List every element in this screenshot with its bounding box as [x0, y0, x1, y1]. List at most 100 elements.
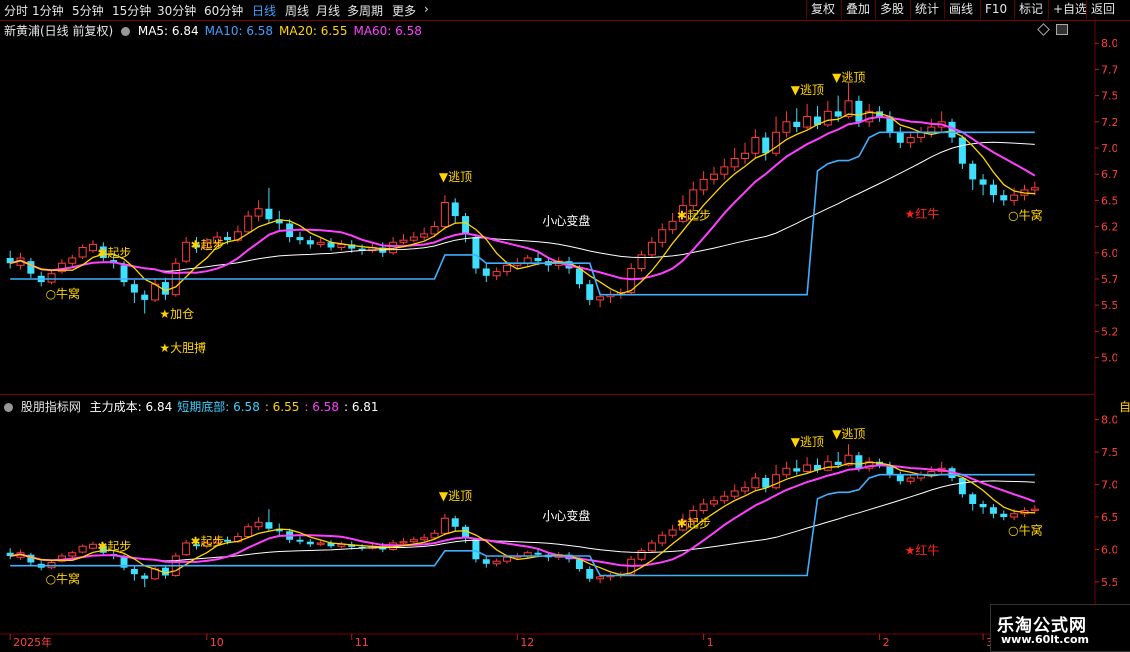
signal-label: 小心变盘: [542, 508, 590, 523]
candle-body: [141, 294, 149, 300]
candle-body: [306, 240, 314, 245]
candle-body: [823, 461, 832, 471]
watermark: 乐淘公式网 www.60lt.com: [990, 604, 1130, 652]
candle-body: [47, 273, 56, 283]
candle-body: [492, 271, 501, 277]
candle-body: [751, 477, 760, 489]
candle-body: [420, 233, 429, 238]
candle-body: [430, 226, 439, 235]
candle-body: [658, 229, 667, 243]
candle-body: [668, 529, 677, 536]
signal-label: ▼逃顶: [791, 435, 824, 449]
right-edge-label: 自: [1119, 400, 1130, 414]
y-tick-label: 8.00: [1101, 414, 1117, 427]
y-tick-label: 7.00: [1101, 142, 1117, 155]
y-tick-label: 7.50: [1101, 90, 1117, 103]
ma60-line: [10, 480, 1035, 562]
tab-9[interactable]: 多周期: [347, 2, 383, 19]
candle-body: [772, 474, 781, 489]
toolbar-button-0[interactable]: 复权: [806, 0, 839, 19]
tab-10[interactable]: 更多: [392, 2, 416, 19]
candle-body: [482, 559, 490, 564]
candle-body: [534, 552, 542, 555]
candle-body: [730, 490, 739, 497]
toolbar-button-1[interactable]: 叠加: [841, 0, 874, 19]
tab-7[interactable]: 周线: [285, 2, 309, 19]
y-tick-label: 8.00: [1101, 37, 1117, 50]
candle-body: [296, 539, 304, 542]
toolbar-button-5[interactable]: F10: [980, 0, 1011, 19]
x-tick-label: 10: [210, 636, 224, 649]
tab-1[interactable]: 1分钟: [32, 2, 64, 19]
tab-0[interactable]: 分时: [4, 2, 28, 19]
y-tick-label: 6.25: [1101, 221, 1117, 234]
candle-body: [1010, 194, 1019, 201]
toolbar-button-6[interactable]: 标记: [1014, 0, 1047, 19]
toolbar-button-3[interactable]: 统计: [910, 0, 943, 19]
x-tick-label: 1: [707, 636, 714, 649]
y-tick-label: 5.50: [1101, 576, 1117, 589]
tab-8[interactable]: 月线: [316, 2, 340, 19]
candle-body: [130, 284, 138, 293]
candle-body: [834, 111, 842, 117]
candle-body: [130, 569, 138, 575]
x-tick-label: 2025年: [13, 635, 52, 649]
tab-3[interactable]: 15分钟: [112, 2, 151, 19]
indicator-chart[interactable]: 8.00 7.50 7.00 6.50 6.00 5.50 ○牛窝 ✱起步 ✱起步 ▼逃顶小心变盘…: [0, 395, 1117, 650]
toolbar-button-7[interactable]: +自选: [1048, 0, 1091, 19]
candle-body: [896, 474, 904, 482]
signal-label: ★红牛: [905, 543, 940, 558]
candle-body: [254, 521, 263, 528]
candle-body: [440, 517, 449, 534]
candle-body: [472, 539, 480, 560]
y-tick-label: 6.50: [1101, 511, 1117, 524]
candle-body: [989, 184, 997, 196]
candle-body: [88, 543, 97, 549]
candle-body: [803, 116, 812, 128]
signal-label: ★红牛: [905, 206, 940, 221]
candle-body: [1030, 508, 1039, 511]
candle-body: [409, 236, 418, 241]
tab-4[interactable]: 30分钟: [157, 2, 196, 19]
candle-body: [306, 541, 314, 545]
candle-body: [1000, 513, 1008, 517]
toolbar-button-8[interactable]: 返回: [1086, 0, 1119, 19]
candle-body: [637, 254, 646, 269]
price-chart[interactable]: 8.00 7.75 7.50 7.25 7.00 6.75 6.50 6.25 6.00 5.75…: [0, 20, 1117, 394]
candle-body: [658, 534, 667, 544]
signal-label: ★加仓: [159, 307, 194, 321]
candle-body: [337, 243, 346, 249]
toolbar-button-2[interactable]: 多股: [875, 0, 908, 19]
signal-label: ▼逃顶: [832, 71, 865, 85]
candle-body: [730, 157, 739, 168]
candle-body: [316, 241, 325, 245]
toolbar-button-4[interactable]: 画线: [944, 0, 977, 19]
tab-2[interactable]: 5分钟: [72, 2, 104, 19]
candle-body: [68, 257, 77, 264]
candle-body: [823, 110, 832, 126]
candle-body: [720, 166, 729, 175]
candle-body: [741, 487, 750, 492]
signal-label: ✱起步: [677, 516, 711, 530]
candle-body: [1010, 513, 1019, 518]
candle-body: [793, 121, 801, 128]
y-tick-label: 5.50: [1101, 299, 1117, 312]
candle-body: [244, 215, 253, 233]
bottom-support-line: [10, 131, 1035, 296]
candle-body: [782, 467, 791, 476]
candle-body: [989, 507, 997, 514]
signal-label: ○牛窝: [1008, 522, 1042, 537]
chevron-right-icon[interactable]: ›: [424, 2, 429, 16]
candle-body: [1000, 195, 1008, 201]
tab-6[interactable]: 日线: [252, 2, 276, 19]
candle-body: [451, 202, 459, 217]
candle-body: [596, 296, 605, 301]
signal-label: ▼逃顶: [439, 489, 472, 503]
signal-label: ○牛窝: [46, 286, 80, 301]
candle-body: [265, 208, 273, 220]
candle-body: [78, 545, 87, 553]
candle-body: [751, 137, 760, 154]
candle-body: [586, 284, 594, 300]
candle-body: [855, 100, 863, 122]
tab-5[interactable]: 60分钟: [204, 2, 243, 19]
